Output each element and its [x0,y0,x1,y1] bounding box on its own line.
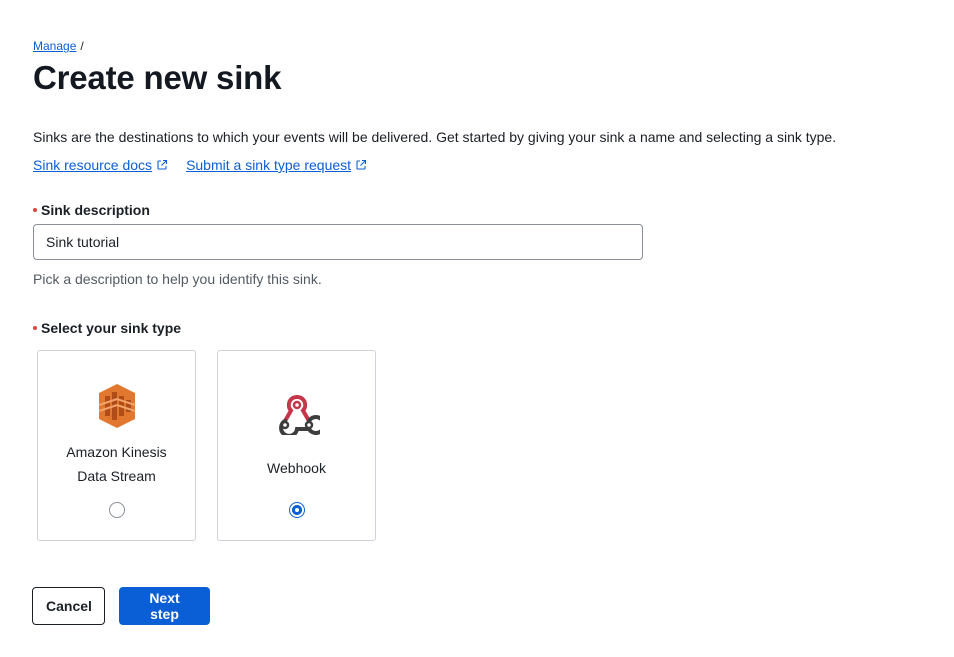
resource-links: Sink resource docs Submit a sink type re… [33,156,933,174]
kinesis-label-line1: Amazon Kinesis [66,444,167,460]
sink-type-options: Amazon Kinesis Data Stream Webhook [37,350,933,541]
submit-sink-type-request-label: Submit a sink type request [186,157,352,173]
page-title: Create new sink [33,59,282,96]
intro-text: Sinks are the destinations to which your… [33,129,837,145]
sink-description-help: Pick a description to help you identify … [33,271,322,287]
webhook-icon [278,395,320,435]
sink-resource-docs-label: Sink resource docs [33,157,153,173]
kinesis-radio[interactable] [108,502,125,518]
sink-description-label: Sink description [33,201,933,219]
submit-sink-type-request-link[interactable]: Submit a sink type request [186,156,367,174]
cancel-button[interactable]: Cancel [32,587,105,625]
sink-description-label-text: Sink description [41,202,150,218]
sink-type-label-text: Select your sink type [41,320,182,336]
form-actions: Cancel Next step [32,587,210,625]
breadcrumb: Manage / [33,38,933,54]
sink-resource-docs-link[interactable]: Sink resource docs [33,156,168,174]
breadcrumb-separator: / [80,39,84,53]
sink-type-card-kinesis[interactable]: Amazon Kinesis Data Stream [37,350,196,541]
breadcrumb-manage-link[interactable]: Manage [33,39,76,53]
next-step-button[interactable]: Next step [119,587,210,625]
kinesis-label-line2: Data Stream [77,468,156,484]
external-link-icon [356,159,367,170]
webhook-label: Webhook [267,460,326,476]
kinesis-icon [98,384,135,428]
sink-description-input[interactable] [33,224,643,260]
sink-type-label: Select your sink type [33,319,933,337]
required-indicator [33,326,37,330]
external-link-icon [157,159,168,170]
required-indicator [33,208,37,212]
webhook-radio[interactable] [288,502,305,518]
create-sink-page: Manage / Create new sink Sinks are the de… [33,38,933,541]
sink-type-card-webhook[interactable]: Webhook [217,350,376,541]
